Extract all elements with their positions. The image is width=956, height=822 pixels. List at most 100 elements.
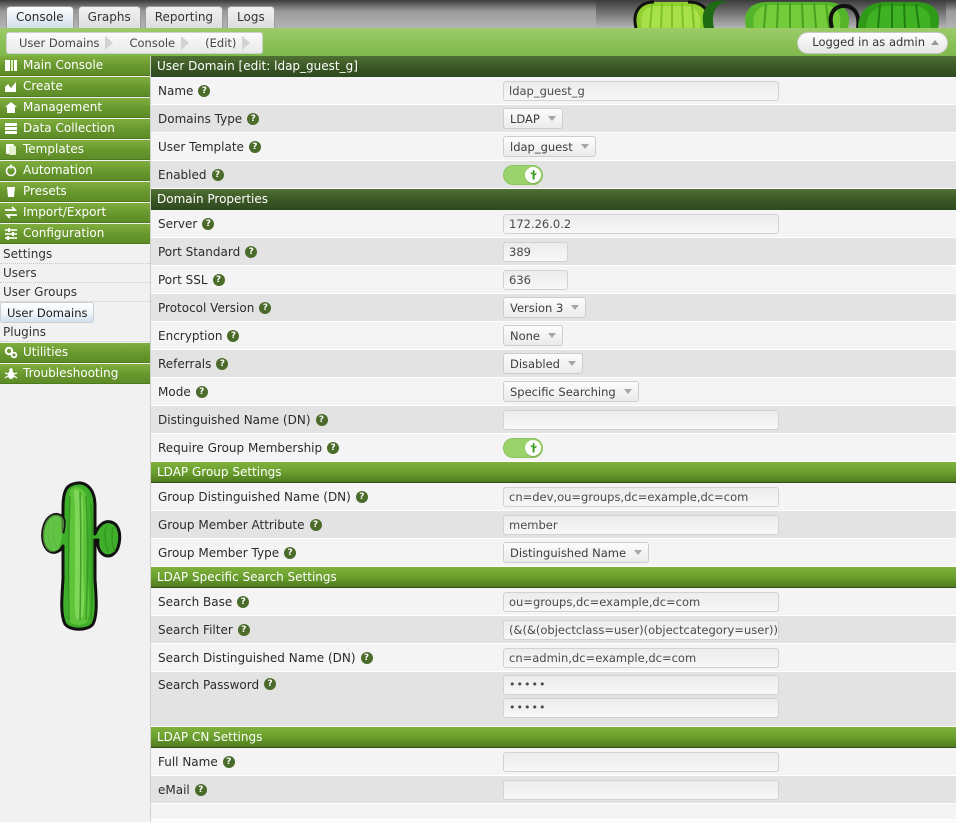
breadcrumb-item-console[interactable]: Console <box>117 33 193 53</box>
tab-graphs[interactable]: Graphs <box>77 6 141 28</box>
field-control: Disabled <box>503 353 956 374</box>
chevron-up-icon <box>931 40 939 45</box>
help-icon[interactable]: ? <box>211 168 224 181</box>
chevron-down-icon <box>571 305 580 310</box>
require-group-membership-toggle[interactable] <box>503 437 543 458</box>
section-header-ldap-specific-search-settings: LDAP Specific Search Settings <box>151 567 956 588</box>
breadcrumb-item-edit: (Edit) <box>193 33 254 53</box>
sidebar-item-management[interactable]: Management <box>0 98 150 118</box>
sidebar-item-settings[interactable]: Settings <box>0 245 150 264</box>
field-label: Search Filter ? <box>158 623 503 637</box>
chart-icon <box>5 82 16 92</box>
field-label: Encryption ? <box>158 329 503 343</box>
help-icon[interactable]: ? <box>247 112 260 125</box>
email-input[interactable] <box>503 779 779 800</box>
help-icon[interactable]: ? <box>195 385 208 398</box>
search-filter-input[interactable]: (&(&(objectclass=user)(objectcategory=us… <box>503 619 779 640</box>
help-icon[interactable]: ? <box>237 623 250 636</box>
encryption-select[interactable]: None <box>503 325 564 346</box>
port-standard-input[interactable]: 389 <box>503 241 568 262</box>
search-distinguished-name-input[interactable]: cn=admin,dc=example,dc=com <box>503 647 779 668</box>
sidebar-item-templates[interactable]: Templates <box>0 140 150 160</box>
group-member-type-select[interactable]: Distinguished Name <box>503 542 650 563</box>
help-icon[interactable]: ? <box>315 413 328 426</box>
sidebar-item-main-console[interactable]: Main Console <box>0 56 150 76</box>
referrals-select[interactable]: Disabled <box>503 353 583 374</box>
help-icon[interactable]: ? <box>222 755 235 768</box>
sidebar-item-user-domains[interactable]: User Domains <box>0 302 95 323</box>
sidebar-item-automation[interactable]: Automation <box>0 161 150 181</box>
field-control <box>503 164 956 185</box>
help-icon[interactable]: ? <box>212 273 225 286</box>
chevron-down-icon <box>623 389 632 394</box>
sidebar-item-configuration[interactable]: Configuration <box>0 224 150 244</box>
domains-type-select[interactable]: LDAP <box>503 108 563 129</box>
field-label: Search Distinguished Name (DN) ? <box>158 651 503 665</box>
sidebar-item-users[interactable]: Users <box>0 264 150 283</box>
sidebar-item-data-collection[interactable]: Data Collection <box>0 119 150 139</box>
help-icon[interactable]: ? <box>327 441 340 454</box>
search-password-confirm-input[interactable]: ••••• <box>503 698 779 718</box>
search-password-input[interactable]: ••••• <box>503 675 779 695</box>
tab-console[interactable]: Console <box>6 6 74 28</box>
field-label: User Template ? <box>158 140 503 154</box>
chevron-down-icon <box>548 333 557 338</box>
distinguished-name-input[interactable] <box>503 409 779 430</box>
tab-reporting[interactable]: Reporting <box>144 6 224 28</box>
mode-select[interactable]: Specific Searching <box>503 381 639 402</box>
sidebar-item-create[interactable]: Create <box>0 77 150 97</box>
help-icon[interactable]: ? <box>202 217 215 230</box>
help-icon[interactable]: ? <box>194 783 207 796</box>
label-text: Mode <box>158 384 191 399</box>
sidebar-item-import-export[interactable]: Import/Export <box>0 203 150 223</box>
help-icon[interactable]: ? <box>284 546 297 559</box>
field-label: Group Distinguished Name (DN) ? <box>158 490 503 504</box>
name-input[interactable]: ldap_guest_g <box>503 80 779 101</box>
exchange-icon <box>4 206 18 219</box>
field-label: Distinguished Name (DN) ? <box>158 413 503 427</box>
server-input[interactable]: 172.26.0.2 <box>503 213 779 234</box>
full-name-input[interactable] <box>503 751 779 772</box>
sidebar-item-user-groups[interactable]: User Groups <box>0 283 150 302</box>
label-text: Search Base <box>158 594 233 609</box>
port-ssl-input[interactable]: 636 <box>503 269 568 290</box>
help-icon[interactable]: ? <box>198 84 211 97</box>
tab-logs[interactable]: Logs <box>227 6 275 28</box>
help-icon[interactable]: ? <box>264 678 277 690</box>
help-icon[interactable]: ? <box>248 140 261 153</box>
sidebar-item-presets[interactable]: Presets <box>0 182 150 202</box>
sidebar-item-label: Templates <box>23 142 85 156</box>
help-icon[interactable]: ? <box>237 595 250 608</box>
sidebar-item-label: Automation <box>23 163 93 177</box>
sidebar-item-utilities[interactable]: Utilities <box>0 343 150 363</box>
help-icon[interactable]: ? <box>309 518 322 531</box>
help-icon[interactable]: ? <box>355 490 368 503</box>
enabled-toggle[interactable] <box>503 164 543 185</box>
group-distinguished-name-input[interactable]: cn=dev,ou=groups,dc=example,dc=com <box>503 486 779 507</box>
search-base-input[interactable]: ou=groups,dc=example,dc=com <box>503 591 779 612</box>
sliders-icon <box>5 228 17 240</box>
user-menu-button[interactable]: Logged in as admin <box>797 32 948 54</box>
field-row-search-filter: Search Filter ? (&(&(objectclass=user)(o… <box>151 616 956 644</box>
sidebar-item-label: Data Collection <box>23 121 115 135</box>
help-icon[interactable]: ? <box>259 301 272 314</box>
label-text: Referrals <box>158 356 212 371</box>
help-icon[interactable]: ? <box>216 357 229 370</box>
field-row-port-standard: Port Standard ? 389 <box>151 238 956 266</box>
help-icon[interactable]: ? <box>360 651 373 664</box>
field-row-full-name: Full Name ? <box>151 748 956 776</box>
label-text: Group Member Attribute <box>158 517 305 532</box>
field-control <box>503 437 956 458</box>
group-member-attribute-input[interactable]: member <box>503 514 779 535</box>
user-menu-label: Logged in as admin <box>812 35 925 49</box>
breadcrumb-item-user-domains[interactable]: User Domains <box>7 33 117 53</box>
sidebar-item-troubleshooting[interactable]: Troubleshooting <box>0 364 150 384</box>
help-icon[interactable]: ? <box>245 245 258 258</box>
sidebar-item-plugins[interactable]: Plugins <box>0 323 150 342</box>
main-content: User Domain [edit: ldap_guest_g] Name ? … <box>151 56 956 822</box>
field-control: ldap_guest <box>503 136 956 157</box>
user-template-select[interactable]: ldap_guest <box>503 136 596 157</box>
label-text: Require Group Membership <box>158 440 323 455</box>
help-icon[interactable]: ? <box>227 329 240 342</box>
protocol-version-select[interactable]: Version 3 <box>503 297 587 318</box>
